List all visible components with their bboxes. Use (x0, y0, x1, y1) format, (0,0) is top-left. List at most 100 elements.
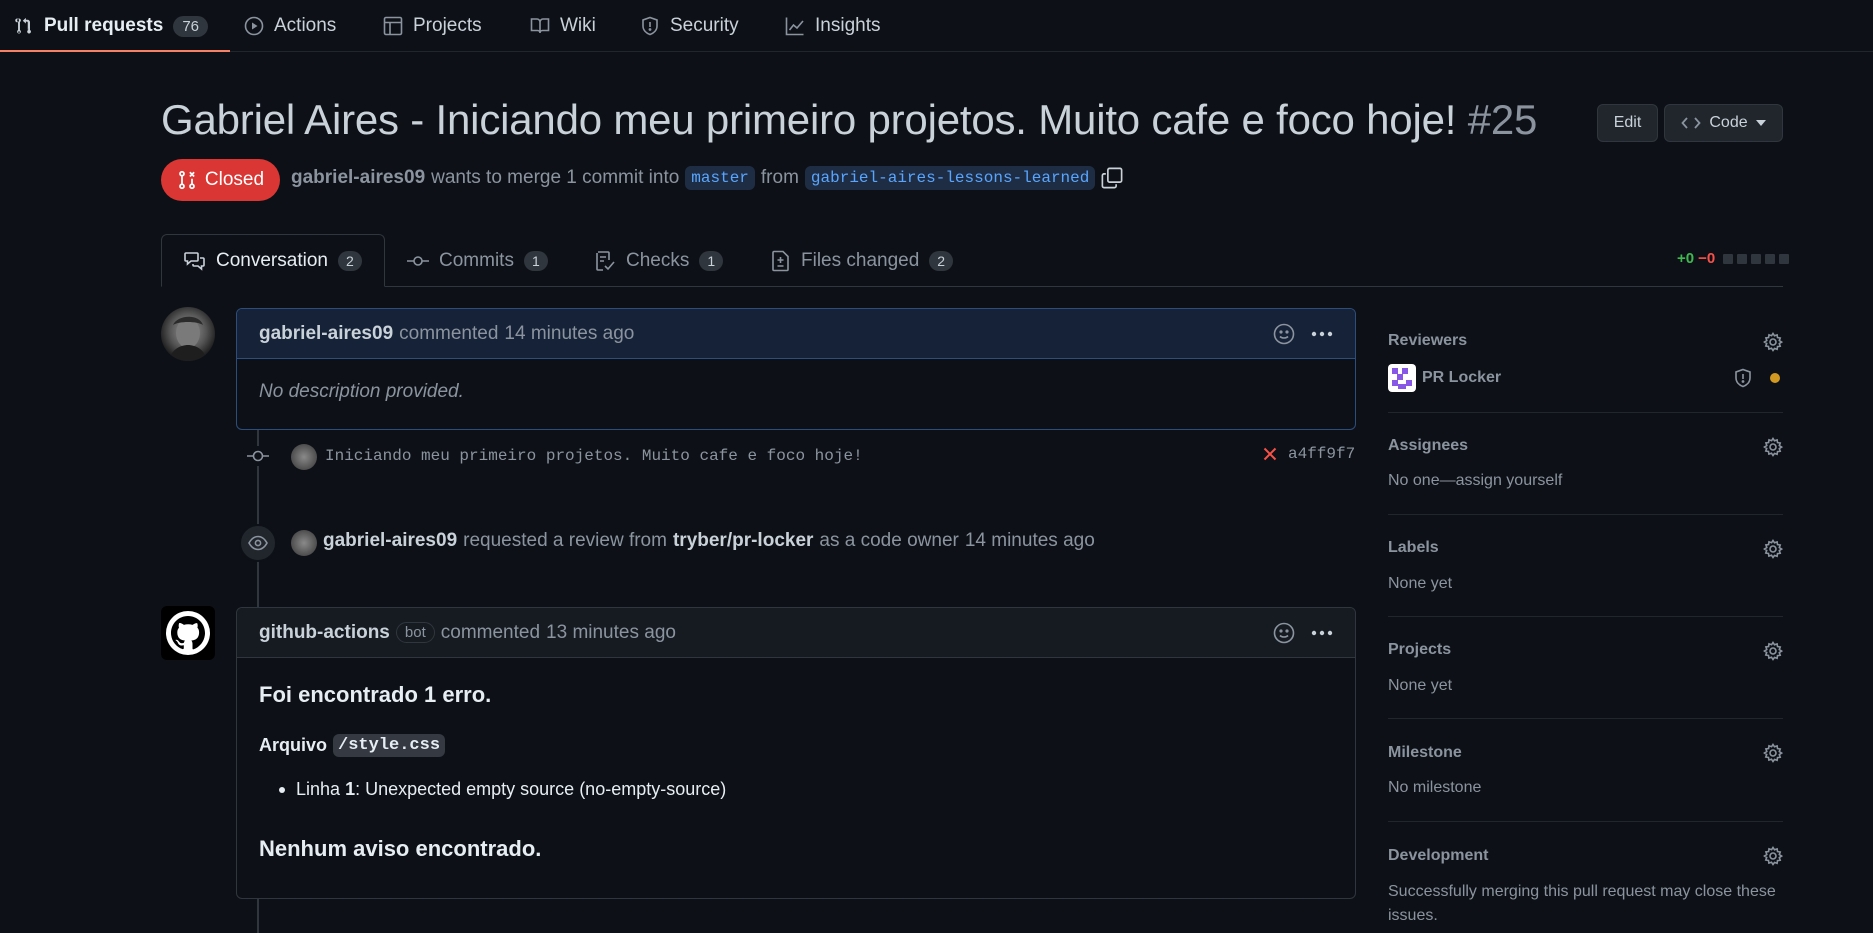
diffstat-block (1723, 253, 1734, 264)
chevron-down-icon (1755, 120, 1766, 126)
edit-button[interactable]: Edit (1597, 104, 1658, 142)
file-label: Arquivo (259, 735, 328, 755)
smiley-icon[interactable] (1273, 622, 1295, 644)
comment-author[interactable]: gabriel-aires09 (259, 323, 393, 345)
bot-comment-box: github-actions bot commented 13 minutes … (236, 607, 1356, 899)
comment-author[interactable]: github-actions (259, 622, 390, 644)
comment-action: commented (399, 322, 499, 344)
tab-conversation[interactable]: Conversation 2 (161, 234, 385, 287)
pr-author-link[interactable]: gabriel-aires09 (291, 167, 425, 189)
milestone-value: No milestone (1388, 779, 1482, 796)
gear-icon[interactable] (1763, 437, 1783, 457)
tab-checks[interactable]: Checks 1 (594, 234, 724, 287)
labels-value: None yet (1388, 575, 1453, 592)
event-actor[interactable]: gabriel-aires09 (323, 530, 457, 552)
sidebar-assignees: Assignees No one—assign yourself (1388, 413, 1783, 515)
bot-avatar[interactable] (161, 606, 215, 660)
kebab-horizontal-icon[interactable] (1311, 331, 1333, 337)
commit-status: a4ff9f7 (1262, 445, 1355, 463)
nav-wiki[interactable]: Wiki (530, 0, 596, 52)
file-path: /style.css (333, 734, 446, 757)
comment-timestamp[interactable]: 13 minutes ago (546, 622, 676, 644)
sidebar-title[interactable]: Milestone (1388, 744, 1462, 762)
event-avatar[interactable] (291, 530, 317, 556)
list-item: Linha 1: Unexpected empty source (no-emp… (259, 779, 1333, 800)
shield-icon (1735, 368, 1751, 388)
tab-label: Commits (439, 249, 514, 271)
event-timestamp[interactable]: 14 minutes ago (965, 530, 1095, 552)
tab-label: Checks (626, 249, 690, 271)
nav-label: Actions (274, 15, 337, 36)
copy-icon[interactable] (1101, 167, 1123, 189)
gear-icon[interactable] (1763, 846, 1783, 866)
meta-text: wants to merge 1 commit into (431, 167, 680, 188)
smiley-icon[interactable] (1273, 323, 1295, 345)
projects-value: None yet (1388, 677, 1453, 694)
tab-label: Files changed (801, 249, 920, 271)
sidebar-title[interactable]: Projects (1388, 641, 1451, 659)
head-branch[interactable]: gabriel-aires-lessons-learned (804, 166, 1096, 190)
file-line: Arquivo /style.css (259, 734, 1333, 757)
table-icon (383, 16, 403, 36)
pending-dot (1770, 373, 1780, 383)
base-branch[interactable]: master (685, 166, 755, 190)
diffstat: +0 −0 (1677, 250, 1790, 267)
diffstat-block (1779, 253, 1790, 264)
avatar[interactable] (161, 307, 215, 361)
comment-body: Foi encontrado 1 erro. Arquivo /style.cs… (237, 658, 1355, 884)
sidebar-labels: Labels None yet (1388, 515, 1783, 617)
tab-count: 1 (699, 250, 724, 271)
kebab-horizontal-icon[interactable] (1311, 630, 1333, 636)
reviewer-item[interactable]: PR Locker (1388, 364, 1501, 392)
event-text: as a code owner (819, 530, 959, 551)
x-icon[interactable] (1262, 446, 1278, 462)
sidebar-title[interactable]: Assignees (1388, 437, 1468, 455)
commit-message[interactable]: Iniciando meu primeiro projetos. Muito c… (325, 447, 863, 465)
book-icon (530, 18, 550, 34)
gear-icon[interactable] (1763, 743, 1783, 763)
git-pull-request-icon (15, 17, 31, 34)
development-value: Successfully merging this pull request m… (1388, 883, 1776, 924)
gear-icon[interactable] (1763, 332, 1783, 352)
nav-actions[interactable]: Actions (244, 0, 336, 52)
status-label: Closed (204, 169, 265, 190)
shield-icon (642, 16, 658, 36)
commit-avatar[interactable] (291, 444, 317, 470)
eye-icon (248, 535, 268, 551)
nav-label: Insights (815, 15, 881, 36)
sidebar-reviewers: Reviewers PR Locker (1388, 320, 1783, 413)
diffstat-block (1751, 253, 1762, 264)
tab-files-changed[interactable]: Files changed 2 (771, 234, 954, 287)
code-button-label: Code (1709, 114, 1748, 131)
comment-action: commented (440, 621, 541, 643)
nav-projects[interactable]: Projects (383, 0, 482, 52)
nav-insights[interactable]: Insights (785, 0, 880, 52)
commit-sha[interactable]: a4ff9f7 (1288, 445, 1355, 463)
github-mark-icon (166, 611, 210, 655)
comment-timestamp[interactable]: 14 minutes ago (504, 323, 634, 345)
nav-label: Security (670, 15, 739, 36)
tab-commits[interactable]: Commits 1 (407, 234, 548, 287)
sidebar-title[interactable]: Development (1388, 847, 1488, 865)
bot-badge: bot (395, 622, 435, 643)
tabs-border (161, 286, 1783, 287)
code-button[interactable]: Code (1664, 104, 1783, 142)
gear-icon[interactable] (1763, 641, 1783, 661)
sidebar-title[interactable]: Labels (1388, 539, 1439, 557)
graph-icon (785, 17, 804, 36)
nav-label: Projects (413, 15, 482, 36)
event-target[interactable]: tryber/pr-locker (673, 530, 813, 552)
git-commit-icon (247, 450, 269, 462)
bullet (279, 786, 285, 793)
comment-actions (1273, 309, 1333, 359)
gear-icon[interactable] (1763, 539, 1783, 559)
comment-body: No description provided. (259, 381, 464, 402)
diffstat-additions: +0 (1677, 250, 1695, 267)
git-commit-icon (407, 255, 429, 266)
sidebar-title[interactable]: Reviewers (1388, 332, 1467, 350)
assignees-value[interactable]: No one—assign yourself (1388, 472, 1562, 490)
nav-label: Wiki (560, 15, 596, 36)
nav-security[interactable]: Security (640, 0, 739, 52)
nav-pull-requests[interactable]: Pull requests 76 (0, 0, 231, 52)
file-diff-icon (772, 250, 789, 271)
